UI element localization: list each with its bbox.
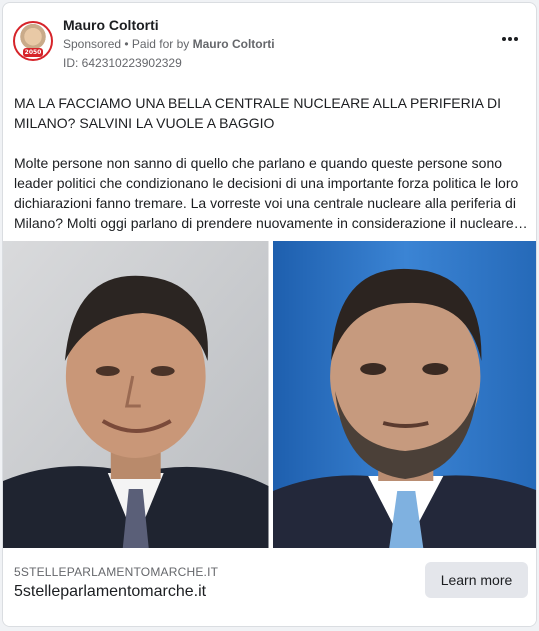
avatar[interactable]: 2050 [13,21,53,61]
link-domain-caption: 5STELLEPARLAMENTOMARCHE.IT [14,565,219,579]
sponsored-line: Sponsored • Paid for by Mauro Coltorti [63,37,275,51]
link-preview[interactable]: 5STELLEPARLAMENTOMARCHE.IT 5stelleparlam… [3,548,536,626]
portrait-right-illustration [272,241,536,548]
ad-image[interactable] [3,241,536,548]
paid-for-prefix: • Paid for by [124,37,190,51]
advertiser-name[interactable]: Mauro Coltorti [63,17,159,33]
more-options-icon[interactable] [498,31,522,47]
post-body: Molte persone non sanno di quello che pa… [14,155,528,231]
ad-header: 2050 Mauro Coltorti Sponsored • Paid for… [13,15,526,75]
paid-for-name[interactable]: Mauro Coltorti [193,37,275,51]
portrait-left-illustration [3,241,269,548]
sponsored-label: Sponsored [63,37,122,51]
portrait-right-image [272,241,536,548]
link-title[interactable]: 5stelleparlamentomarche.it [14,583,206,601]
ad-id: ID: 642310223902329 [63,56,182,70]
ad-card: 2050 Mauro Coltorti Sponsored • Paid for… [2,2,537,627]
post-headline: MA LA FACCIAMO UNA BELLA CENTRALE NUCLEA… [14,95,502,131]
avatar-badge: 2050 [23,48,43,57]
portrait-left-image [3,241,269,548]
learn-more-button[interactable]: Learn more [425,562,528,598]
